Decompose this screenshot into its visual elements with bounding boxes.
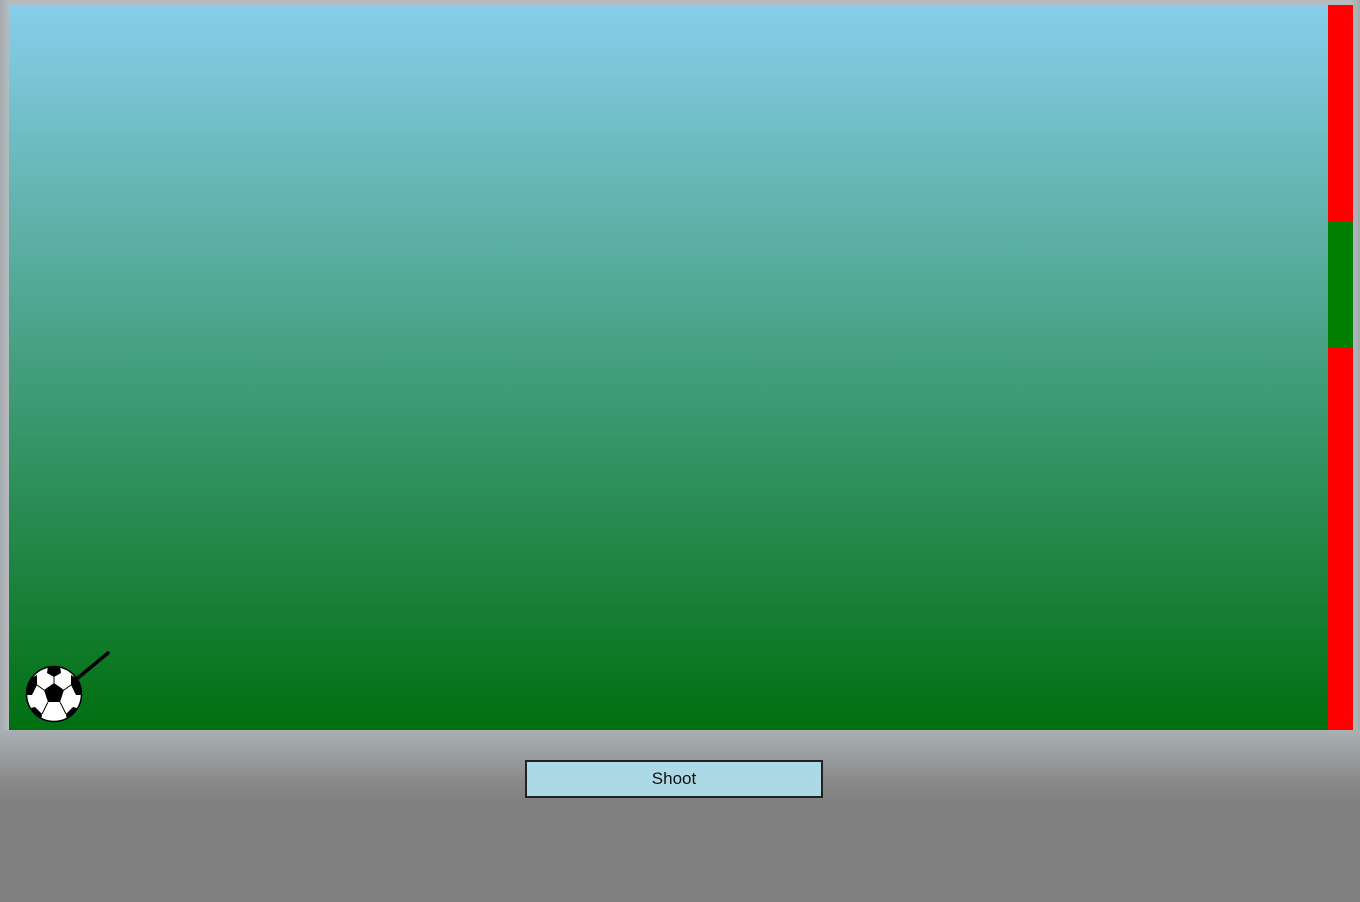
goal-post	[1328, 5, 1353, 730]
goal-target-zone	[1328, 222, 1353, 347]
shoot-button[interactable]: Shoot	[525, 760, 823, 798]
aim-line	[71, 651, 110, 684]
goal-miss-zone-bottom	[1328, 347, 1353, 730]
goal-miss-zone-top	[1328, 5, 1353, 222]
playing-field[interactable]	[9, 5, 1328, 730]
game-stage	[0, 0, 1360, 802]
soccer-ball-icon[interactable]	[25, 665, 83, 723]
